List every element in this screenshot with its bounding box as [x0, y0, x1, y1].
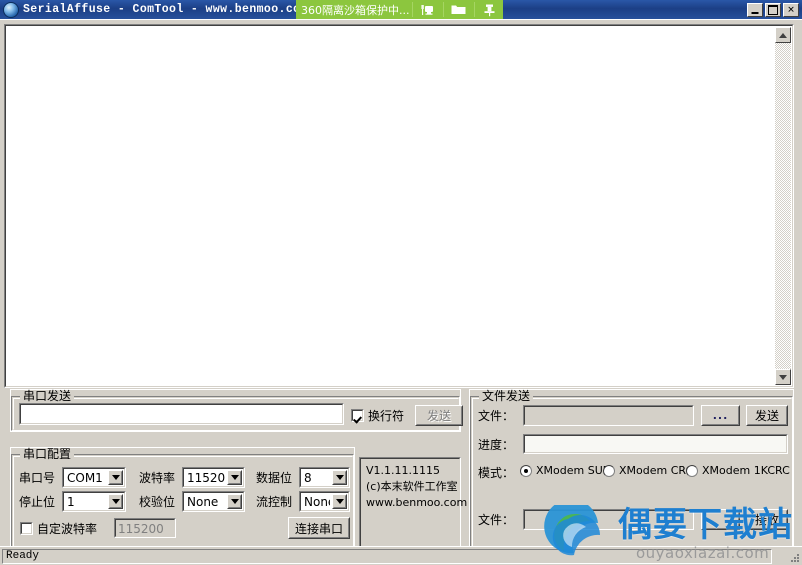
serial-config-group: 串口配置 串口号 COM1 波特率 115200 数据: [10, 447, 355, 552]
version-panel: V1.1.11.1115 (c)本末软件工作室 www.benmoo.com: [359, 457, 468, 552]
file-path-input[interactable]: [523, 405, 694, 426]
mode-radio-crc-button: [603, 464, 615, 477]
terminal-frame: [4, 24, 794, 388]
port-label: 串口号: [19, 471, 56, 485]
file-receive-button-label: 接收: [754, 513, 779, 527]
databits-combo-value: 8: [304, 471, 312, 485]
sandbox-separator-2: [442, 2, 444, 17]
port-combo-value: COM1: [67, 471, 103, 485]
databits-combo-arrow-icon[interactable]: [332, 470, 347, 485]
parity-label: 校验位: [139, 495, 176, 509]
minimize-button[interactable]: [747, 2, 763, 17]
serial-send-button[interactable]: 发送: [415, 405, 463, 426]
terminal-output[interactable]: [8, 28, 773, 384]
maximize-button[interactable]: [765, 2, 781, 17]
port-combo[interactable]: COM1: [62, 467, 126, 488]
mode-radio-xmodem-1kcrc[interactable]: XModem 1KCRC: [686, 464, 790, 477]
window-controls: ✕: [747, 2, 799, 17]
flowcontrol-combo-arrow-icon[interactable]: [332, 494, 347, 509]
stopbits-combo-arrow-icon[interactable]: [108, 494, 123, 509]
scroll-up-icon[interactable]: [775, 27, 791, 43]
stopbits-label: 停止位: [19, 495, 56, 509]
mode-radio-1kcrc-label: XModem 1KCRC: [702, 464, 790, 477]
flowcontrol-combo[interactable]: None: [299, 491, 350, 512]
version-line-2: (c)本末软件工作室: [366, 480, 458, 493]
browse-file-button-label: ...: [712, 409, 729, 422]
file-receive-button[interactable]: 接收: [746, 509, 788, 530]
sandbox-folder-icon[interactable]: [446, 0, 472, 19]
sandbox-separator-3: [473, 2, 475, 17]
mode-radio-xmodem-crc[interactable]: XModem CRC: [603, 464, 693, 477]
client-area: 串口发送 换行符 发送 串口配置 串口号 COM1 波特率 11520 数据位 …: [0, 19, 802, 565]
parity-combo[interactable]: None: [182, 491, 245, 512]
custom-baud-checkbox[interactable]: 自定波特率: [20, 520, 97, 537]
mode-radio-1kcrc-button: [686, 464, 698, 477]
mode-radio-sum-label: XModem SUM: [536, 464, 613, 477]
terminal-vertical-scrollbar[interactable]: [775, 27, 791, 385]
parity-combo-value: None: [187, 495, 219, 509]
serial-send-input[interactable]: [19, 403, 344, 425]
receive-file-label: 文件：: [478, 513, 515, 527]
window-title: SerialAffuse - ComTool - www.benmoo.com: [23, 3, 308, 16]
sandbox-pin-icon[interactable]: [477, 0, 503, 19]
custom-baud-checkbox-label: 自定波特率: [37, 522, 98, 536]
port-combo-arrow-icon[interactable]: [108, 470, 123, 485]
serial-send-group: 串口发送 换行符 发送: [10, 389, 463, 432]
resize-grip-icon[interactable]: [788, 551, 800, 563]
file-send-group-body: 文件： ... 发送 进度： 模式： XModem SUM XModem CRC…: [470, 396, 793, 551]
receive-file-input[interactable]: [523, 509, 694, 530]
browse-file-button[interactable]: ...: [701, 405, 740, 426]
version-line-1: V1.1.11.1115: [366, 464, 441, 477]
terminal-inner: [5, 25, 793, 387]
mode-label: 模式：: [478, 466, 515, 480]
stopbits-combo-value: 1: [67, 495, 75, 509]
connect-serial-button-label: 连接串口: [294, 521, 343, 536]
file-send-group: 文件发送 文件： ... 发送 进度： 模式： XModem SUM XMode…: [469, 389, 794, 552]
status-bar: Ready: [0, 546, 802, 565]
close-icon: ✕: [787, 4, 795, 14]
flowcontrol-label: 流控制: [256, 495, 293, 509]
file-send-button[interactable]: 发送: [746, 405, 788, 426]
progress-bar: [523, 434, 788, 454]
app-window: SerialAffuse - ComTool - www.benmoo.com …: [0, 0, 802, 565]
sandbox-status-text: 360隔离沙箱保护中...: [301, 3, 410, 17]
parity-combo-arrow-icon[interactable]: [227, 494, 242, 509]
databits-combo[interactable]: 8: [299, 467, 350, 488]
serial-send-group-title: 串口发送: [20, 390, 75, 402]
mode-radio-xmodem-sum[interactable]: XModem SUM: [520, 464, 612, 477]
version-line-3: www.benmoo.com: [366, 496, 468, 509]
custom-baud-checkbox-box: [20, 522, 33, 535]
mode-radio-crc-label: XModem CRC: [619, 464, 694, 477]
sandbox-monitor-icon[interactable]: [415, 0, 441, 19]
app-globe-icon: [3, 1, 19, 18]
serial-config-group-body: 串口号 COM1 波特率 115200 数据位: [11, 454, 354, 551]
sandbox-toolbar[interactable]: 360隔离沙箱保护中...: [296, 0, 503, 19]
file-send-group-title: 文件发送: [479, 390, 534, 402]
newline-checkbox[interactable]: 换行符: [351, 407, 404, 424]
newline-checkbox-label: 换行符: [368, 409, 405, 423]
serial-send-group-body: 换行符 发送: [11, 396, 463, 431]
baud-label: 波特率: [139, 471, 176, 485]
stopbits-combo[interactable]: 1: [62, 491, 126, 512]
file-label: 文件：: [478, 409, 515, 423]
progress-label: 进度：: [478, 438, 515, 452]
serial-config-group-title: 串口配置: [20, 448, 75, 460]
close-button[interactable]: ✕: [783, 2, 799, 17]
status-text: Ready: [2, 549, 772, 564]
receive-browse-button[interactable]: [701, 509, 740, 530]
baud-combo-value: 115200: [187, 471, 225, 485]
custom-baud-input[interactable]: 115200: [114, 518, 176, 538]
flowcontrol-combo-value: None: [304, 495, 330, 509]
sandbox-separator-1: [411, 2, 413, 17]
connect-serial-button[interactable]: 连接串口: [288, 517, 350, 539]
baud-combo-arrow-icon[interactable]: [227, 470, 242, 485]
mode-radio-sum-button: [520, 464, 532, 477]
databits-label: 数据位: [256, 471, 293, 485]
newline-checkbox-box: [351, 409, 364, 422]
serial-send-button-label: 发送: [426, 409, 451, 423]
baud-combo[interactable]: 115200: [182, 467, 245, 488]
scroll-down-icon[interactable]: [775, 369, 791, 385]
file-send-button-label: 发送: [754, 409, 779, 423]
